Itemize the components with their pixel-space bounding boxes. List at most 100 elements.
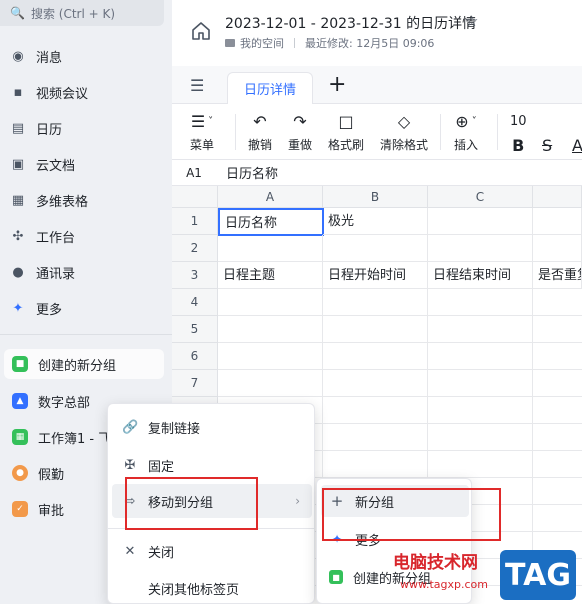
menu-item-label: 关闭 bbox=[148, 545, 175, 561]
folder-icon bbox=[225, 39, 235, 47]
sheet-icon: ▦ bbox=[12, 429, 28, 445]
sidebar-item-workplace[interactable]: ✣ 工作台 bbox=[0, 219, 172, 253]
strikethrough-button[interactable]: S bbox=[542, 110, 552, 155]
doc-space[interactable]: 我的空间 bbox=[240, 35, 284, 51]
clock-icon: ● bbox=[12, 465, 28, 481]
format-painter-label: 格式刷 bbox=[328, 138, 365, 152]
star-icon[interactable]: ☆ bbox=[465, 12, 478, 30]
corner-cell[interactable] bbox=[172, 186, 218, 208]
sidebar-item-label: 消息 bbox=[36, 50, 63, 66]
menu-item-close-others[interactable]: 关闭其他标签页 bbox=[112, 571, 312, 604]
pinned-tab-label: 数字总部 bbox=[38, 395, 91, 411]
menu-label: 菜单 bbox=[190, 138, 215, 152]
sidebar-item-label: 工作台 bbox=[36, 230, 76, 246]
cell[interactable] bbox=[428, 235, 533, 262]
bold-icon[interactable]: B bbox=[512, 136, 524, 155]
sidebar-item-calendar[interactable]: ▤ 日历 bbox=[0, 111, 172, 145]
doc-title: 2023-12-01 - 2023-12-31 的日历详情 bbox=[225, 16, 477, 32]
home-icon[interactable] bbox=[190, 20, 212, 42]
eraser-icon: ◇ bbox=[397, 111, 411, 131]
formula-value[interactable]: 日历名称 bbox=[226, 163, 278, 182]
row-header[interactable]: 5 bbox=[172, 316, 218, 343]
insert-button[interactable]: ⊕ ˅ 插入 bbox=[454, 110, 478, 153]
undo-button[interactable]: ↶ 撤销 bbox=[248, 110, 272, 153]
doc-meta: 我的空间 最近修改: 12月5日 09:06 bbox=[225, 35, 434, 51]
highlight-box bbox=[322, 488, 501, 541]
cell[interactable] bbox=[533, 235, 582, 262]
menu-item-close[interactable]: ✕ 关闭 bbox=[112, 534, 312, 568]
column-header[interactable]: B bbox=[323, 186, 428, 208]
sidebar-item-label: 通讯录 bbox=[36, 266, 76, 282]
layers-icon[interactable]: ☰ bbox=[190, 76, 204, 95]
sidebar-item-more[interactable]: ✦ 更多 bbox=[0, 291, 172, 325]
formula-bar: A1 日历名称 bbox=[172, 160, 582, 186]
font-size-select[interactable]: 10 B bbox=[510, 110, 527, 156]
cell-a3[interactable]: 日程主题 bbox=[218, 262, 323, 289]
group-icon: ■ bbox=[329, 570, 343, 584]
menu-button[interactable]: ☰ ˅ 菜单 bbox=[190, 110, 214, 153]
format-painter-button[interactable]: □ 格式刷 bbox=[328, 110, 364, 153]
row-header[interactable]: 7 bbox=[172, 370, 218, 397]
sidebar-item-docs[interactable]: ▣ 云文档 bbox=[0, 147, 172, 181]
font-size-value: 10 bbox=[510, 113, 527, 129]
toolbar: ☰ ˅ 菜单 ↶ 撤销 ↷ 重做 □ 格式刷 ◇ 清除格式 ⊕ ˅ 插入 10 B bbox=[172, 104, 582, 160]
close-icon: ✕ bbox=[124, 543, 136, 559]
pinned-tab-new-group[interactable]: ■ 创建的新分组 bbox=[4, 349, 164, 379]
column-header[interactable] bbox=[533, 186, 582, 208]
row-header[interactable]: 2 bbox=[172, 235, 218, 262]
contacts-icon: ● bbox=[12, 264, 24, 280]
cell-b1[interactable]: 极光 bbox=[323, 208, 428, 235]
menu-item-copy-link[interactable]: 🔗 复制链接 bbox=[112, 410, 312, 444]
cell[interactable] bbox=[323, 235, 428, 262]
cell-reference[interactable]: A1 bbox=[172, 166, 216, 180]
sidebar-item-label: 视频会议 bbox=[36, 86, 89, 102]
apps-icon: ✣ bbox=[12, 228, 24, 244]
cell-b3[interactable]: 日程开始时间 bbox=[323, 262, 428, 289]
redo-icon: ↷ bbox=[293, 111, 307, 131]
cell-d1[interactable] bbox=[533, 208, 582, 235]
toolbar-divider bbox=[497, 114, 498, 150]
sidebar-item-label: 云文档 bbox=[36, 158, 76, 174]
sidebar-item-video[interactable]: ▪ 视频会议 bbox=[0, 75, 172, 109]
cell-c1[interactable] bbox=[428, 208, 533, 235]
insert-label: 插入 bbox=[454, 138, 479, 152]
sidebar-divider bbox=[0, 334, 172, 335]
meta-divider bbox=[294, 38, 295, 48]
sheet-tabs-bar: ☰ 日历详情 + bbox=[172, 66, 582, 104]
group-icon: ■ bbox=[12, 356, 28, 372]
row-header[interactable]: 1 bbox=[172, 208, 218, 235]
sidebar-item-contacts[interactable]: ● 通讯录 bbox=[0, 255, 172, 289]
chevron-right-icon: › bbox=[295, 494, 300, 508]
sidebar-item-label: 多维表格 bbox=[36, 194, 89, 210]
pinned-tab-label: 创建的新分组 bbox=[38, 358, 117, 374]
cell-c3[interactable]: 日程结束时间 bbox=[428, 262, 533, 289]
column-header[interactable]: A bbox=[218, 186, 323, 208]
watermark-site: 电脑技术网 bbox=[393, 553, 478, 573]
row-header[interactable]: 6 bbox=[172, 343, 218, 370]
calendar-icon: ▤ bbox=[11, 120, 25, 136]
column-header[interactable]: C bbox=[428, 186, 533, 208]
add-tab-icon[interactable]: + bbox=[328, 72, 346, 97]
sidebar-item-base[interactable]: ▦ 多维表格 bbox=[0, 183, 172, 217]
brush-icon: □ bbox=[338, 111, 354, 131]
menu-item-label: 关闭其他标签页 bbox=[148, 582, 240, 598]
row-header[interactable]: 4 bbox=[172, 289, 218, 316]
doc-modified: 最近修改: 12月5日 09:06 bbox=[305, 37, 435, 50]
text-color-icon: A bbox=[572, 136, 582, 155]
redo-button[interactable]: ↷ 重做 bbox=[288, 110, 312, 153]
menu-item-label: 复制链接 bbox=[148, 421, 201, 437]
cell-a1[interactable]: 日历名称 bbox=[218, 208, 324, 236]
pinned-tab-label: 假勤 bbox=[38, 467, 65, 483]
tab-calendar-details[interactable]: 日历详情 bbox=[227, 72, 313, 104]
sidebar-item-messages[interactable]: ◉ 消息 bbox=[0, 39, 172, 73]
text-color-button[interactable]: A bbox=[572, 110, 582, 155]
building-icon: ▲ bbox=[12, 393, 28, 409]
row-header[interactable]: 3 bbox=[172, 262, 218, 289]
video-icon: ▪ bbox=[13, 84, 23, 100]
sidebar-item-label: 更多 bbox=[36, 302, 63, 318]
cell-d3[interactable]: 是否重复 bbox=[533, 262, 582, 289]
cell[interactable] bbox=[218, 235, 323, 262]
search-input[interactable]: 🔍 搜索 (Ctrl + K) bbox=[0, 0, 164, 26]
clear-format-button[interactable]: ◇ 清除格式 bbox=[380, 110, 428, 153]
toolbar-divider bbox=[235, 114, 236, 150]
